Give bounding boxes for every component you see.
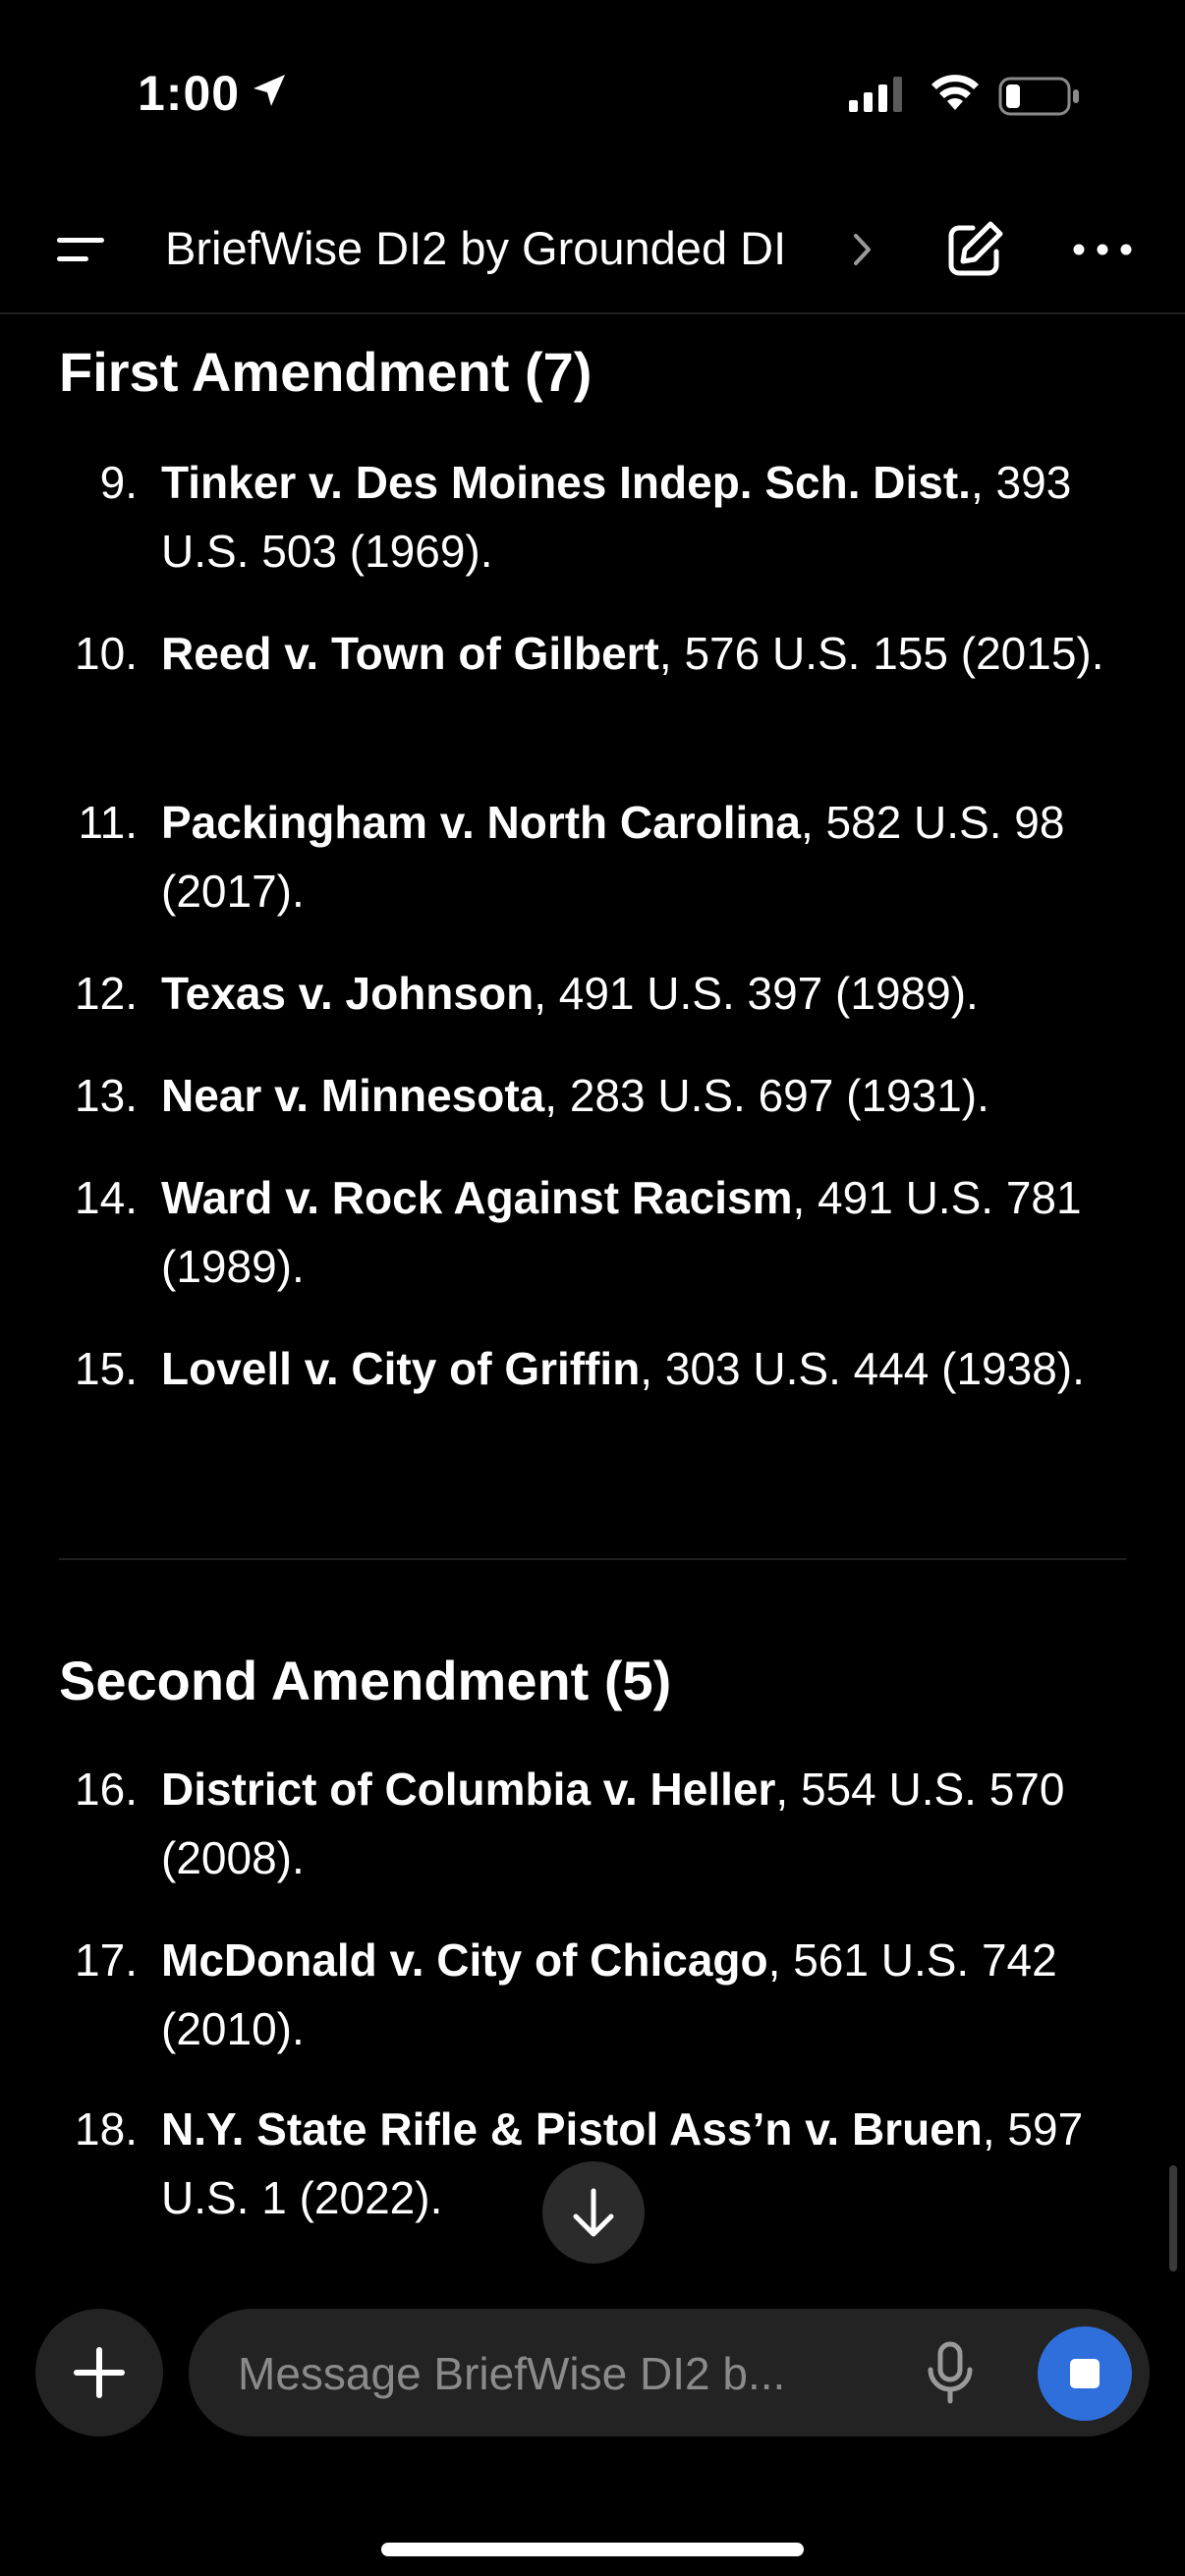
chat-title[interactable]: BriefWise DI2 by Grounded DI <box>165 221 786 275</box>
section-heading: Second Amendment (5) <box>59 1650 672 1711</box>
plus-icon <box>74 2347 125 2398</box>
case-citation: , 303 U.S. 444 (1938). <box>640 1343 1085 1394</box>
list-number: 12. <box>75 968 138 1019</box>
case-citation: , 283 U.S. 697 (1931). <box>544 1070 989 1121</box>
battery-icon <box>998 77 1079 116</box>
microphone-icon[interactable] <box>916 2338 985 2407</box>
list-number: 9. <box>99 457 138 508</box>
attach-button[interactable] <box>35 2309 163 2436</box>
list-number: 10. <box>75 628 138 679</box>
section-heading: First Amendment (7) <box>59 341 592 403</box>
home-indicator <box>381 2543 804 2556</box>
status-time: 1:00 <box>138 66 241 121</box>
cellular-signal-icon <box>849 77 902 112</box>
scrollbar-thumb[interactable] <box>1169 2165 1177 2271</box>
case-name: Texas v. Johnson <box>161 968 535 1019</box>
case-name: McDonald v. City of Chicago <box>161 1934 768 1986</box>
stop-icon <box>1070 2359 1100 2388</box>
case-name: Near v. Minnesota <box>161 1070 545 1121</box>
case-name: Packingham v. North Carolina <box>161 797 801 848</box>
wifi-icon <box>931 75 979 110</box>
chat-header: BriefWise DI2 by Grounded DI <box>0 187 1185 314</box>
list-number: 15. <box>75 1343 138 1394</box>
arrow-down-icon <box>573 2188 614 2237</box>
message-composer <box>0 2281 1185 2576</box>
list-number: 18. <box>75 2103 138 2155</box>
location-arrow-icon <box>254 75 285 106</box>
list-number: 16. <box>75 1764 138 1815</box>
list-number: 11. <box>78 797 138 848</box>
message-input-container <box>189 2309 1150 2438</box>
scroll-to-bottom-button[interactable] <box>542 2161 645 2264</box>
chevron-right-icon[interactable] <box>851 230 875 269</box>
case-name: Lovell v. City of Griffin <box>161 1343 641 1394</box>
menu-icon[interactable] <box>53 230 108 269</box>
status-bar: 1:00 <box>0 0 1185 187</box>
case-name: N.Y. State Rifle & Pistol Ass’n v. Bruen <box>161 2103 983 2155</box>
list-number: 14. <box>75 1172 138 1223</box>
message-input[interactable] <box>236 2309 878 2438</box>
more-icon[interactable] <box>1069 230 1136 269</box>
list-number: 17. <box>75 1934 138 1986</box>
stop-generation-button[interactable] <box>1038 2326 1132 2421</box>
case-citation: , 491 U.S. 397 (1989). <box>534 968 979 1019</box>
case-citation: , 576 U.S. 155 (2015). <box>658 628 1104 679</box>
case-name: Ward v. Rock Against Racism <box>161 1172 793 1223</box>
message-content: First Amendment (7) 9. Tinker v. Des Moi… <box>0 314 1185 1297</box>
edit-icon[interactable] <box>939 214 1010 285</box>
list-number: 13. <box>75 1070 138 1121</box>
case-name: Reed v. Town of Gilbert <box>161 628 659 679</box>
case-name: District of Columbia v. Heller <box>161 1764 776 1815</box>
section-divider <box>59 1558 1126 1560</box>
case-name: Tinker v. Des Moines Indep. Sch. Dist. <box>161 457 971 508</box>
